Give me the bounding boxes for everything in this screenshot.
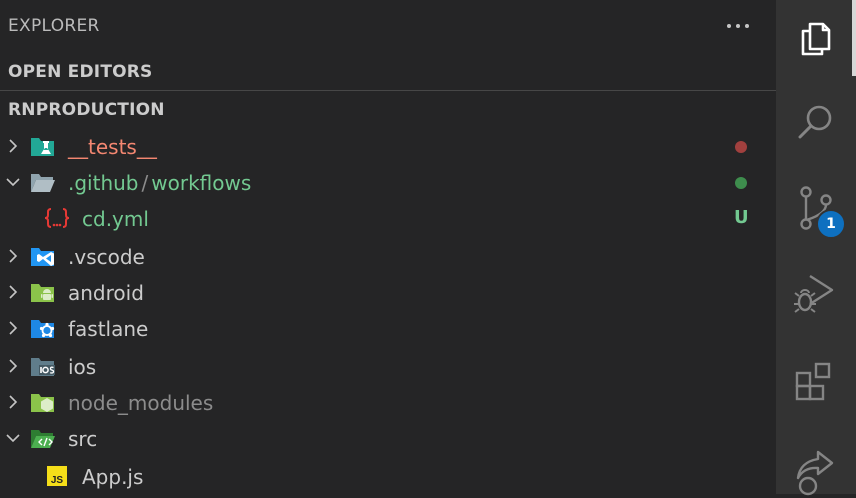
activity-bar: 1 bbox=[776, 0, 856, 496]
chevron-right-icon bbox=[9, 249, 18, 263]
tree-item-cd-yml[interactable]: cd.yml U bbox=[0, 200, 776, 236]
js-file-icon: JS bbox=[47, 466, 67, 486]
explorer-title: EXPLORER bbox=[8, 16, 100, 36]
tree-item-android[interactable]: android bbox=[0, 274, 776, 310]
tree-item-label: ios bbox=[68, 355, 97, 379]
folder-open-icon bbox=[31, 174, 55, 192]
section-divider bbox=[0, 90, 776, 91]
run-debug-icon[interactable] bbox=[788, 266, 844, 322]
tree-item-vscode[interactable]: .vscode bbox=[0, 238, 776, 274]
open-editors-section[interactable]: OPEN EDITORS bbox=[8, 62, 153, 82]
src-folder-icon bbox=[31, 430, 55, 448]
chevron-down-icon bbox=[6, 434, 20, 443]
chevron-right-icon bbox=[9, 285, 18, 299]
node-folder-icon bbox=[31, 394, 54, 412]
tree-item-label: fastlane bbox=[68, 317, 149, 341]
search-icon[interactable] bbox=[788, 94, 844, 150]
chevron-right-icon bbox=[9, 359, 18, 373]
tree-item-src[interactable]: src bbox=[0, 420, 776, 456]
remote-icon[interactable] bbox=[788, 442, 844, 498]
chevron-right-icon bbox=[9, 395, 18, 409]
tree-item-label: src bbox=[68, 427, 98, 451]
tree-item-node-modules[interactable]: node_modules bbox=[0, 384, 776, 420]
explorer-icon[interactable] bbox=[788, 10, 844, 66]
chevron-right-icon bbox=[9, 139, 18, 153]
tree-item-app-js[interactable]: JS App.js bbox=[0, 458, 776, 494]
test-folder-icon bbox=[31, 138, 54, 156]
svg-text:JS: JS bbox=[51, 475, 64, 486]
tree-item-label: cd.yml bbox=[82, 207, 149, 231]
status-dot bbox=[735, 141, 747, 153]
source-control-badge: 1 bbox=[816, 209, 846, 239]
tree-item-label: node_modules bbox=[68, 391, 214, 415]
tree-item-label: .vscode bbox=[68, 245, 145, 269]
path-separator: / bbox=[141, 171, 149, 195]
android-folder-icon bbox=[31, 284, 54, 302]
untracked-status: U bbox=[734, 207, 749, 228]
tree-item-ios[interactable]: ios bbox=[0, 348, 776, 384]
active-indicator bbox=[852, 0, 856, 76]
explorer-sidebar: EXPLORER OPEN EDITORS RNPRODUCTION __tes… bbox=[0, 0, 776, 494]
tree-item-label: App.js bbox=[82, 465, 144, 489]
project-section[interactable]: RNPRODUCTION bbox=[8, 100, 165, 120]
yaml-icon bbox=[44, 208, 70, 228]
tree-item-fastlane[interactable]: fastlane bbox=[0, 310, 776, 346]
ios-folder-icon bbox=[31, 358, 55, 376]
folder-name-workflows: workflows bbox=[151, 171, 252, 195]
tree-item-label: android bbox=[68, 281, 144, 305]
fastlane-folder-icon bbox=[31, 320, 55, 338]
status-dot bbox=[735, 177, 747, 189]
chevron-right-icon bbox=[9, 321, 18, 335]
extensions-icon[interactable] bbox=[788, 354, 844, 410]
folder-name-github: .github bbox=[68, 171, 139, 195]
tree-item-label: __tests__ bbox=[68, 135, 157, 159]
tree-item-github-workflows[interactable]: .github / workflows bbox=[0, 164, 776, 200]
tree-item-tests[interactable]: __tests__ bbox=[0, 128, 776, 164]
more-actions-icon[interactable] bbox=[724, 12, 752, 40]
tree-item-label: .github / workflows bbox=[68, 171, 251, 195]
chevron-down-icon bbox=[6, 178, 20, 187]
vscode-folder-icon bbox=[31, 248, 54, 266]
